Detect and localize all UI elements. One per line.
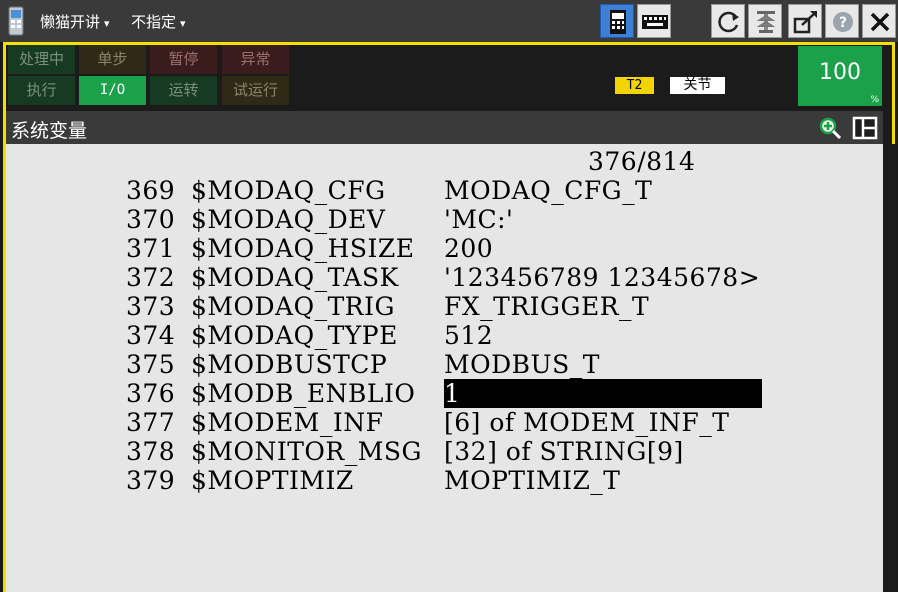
list-item[interactable]: 371 $MODAQ_HSIZE 200	[6, 234, 883, 263]
item-number: 369	[126, 176, 176, 205]
chevron-down-icon: ▾	[180, 17, 186, 30]
variable-value[interactable]: MODAQ_CFG_T	[444, 176, 652, 205]
status-io: I/O	[79, 76, 146, 105]
program-menu[interactable]: 懒猫开讲 ▾	[40, 11, 110, 32]
status-pause: 暂停	[150, 45, 217, 74]
jump-icon	[793, 11, 817, 34]
program-menu-label: 懒猫开讲	[40, 13, 101, 31]
item-number: 371	[126, 234, 176, 263]
item-number: 377	[126, 408, 176, 437]
pendant-view-icon	[610, 10, 626, 34]
variable-name: $MODAQ_HSIZE	[191, 234, 415, 263]
variable-name: $MODAQ_TRIG	[191, 292, 395, 321]
status-running: 运转	[150, 76, 217, 105]
variable-name: $MODBUSTCP	[191, 350, 388, 379]
status-trial-run: 试运行	[222, 76, 289, 105]
variable-value[interactable]: 200	[444, 234, 493, 263]
svg-text:?: ?	[839, 15, 847, 31]
status-execute: 执行	[8, 76, 75, 105]
item-number: 378	[126, 437, 176, 466]
page-counter: 376/814	[588, 147, 696, 176]
variable-name: $MODAQ_DEV	[191, 205, 386, 234]
variable-value[interactable]: FX_TRIGGER_T	[444, 292, 649, 321]
keyboard-button[interactable]	[637, 4, 671, 38]
variable-value[interactable]: [6] of MODEM_INF_T	[444, 408, 729, 437]
split-screen-icon[interactable]	[852, 116, 878, 140]
list-item[interactable]: 373 $MODAQ_TRIG FX_TRIGGER_T	[6, 292, 883, 321]
variable-name: $MODEM_INF	[191, 408, 384, 437]
variable-name: $MONITOR_MSG	[191, 437, 422, 466]
variable-name: $MODAQ_TYPE	[191, 321, 398, 350]
item-number: 375	[126, 350, 176, 379]
variable-value[interactable]: MODBUS_T	[444, 350, 600, 379]
status-single-step: 单步	[79, 45, 146, 74]
refresh-button[interactable]	[711, 4, 745, 38]
list-item[interactable]: 375 $MODBUSTCP MODBUS_T	[6, 350, 883, 379]
zoom-in-icon[interactable]	[818, 116, 842, 140]
list-item[interactable]: 379 $MOPTIMIZ MOPTIMIZ_T	[6, 466, 883, 495]
group-menu-label: 不指定	[131, 13, 177, 31]
variable-value[interactable]: 'MC:'	[444, 205, 513, 234]
variable-name: $MODAQ_CFG	[191, 176, 386, 205]
list-item-selected[interactable]: 376 $MODB_ENBLIO 1	[6, 379, 883, 408]
variable-name: $MOPTIMIZ	[191, 466, 354, 495]
variable-value[interactable]: [32] of STRING[9]	[444, 437, 684, 466]
item-number: 376	[126, 379, 176, 408]
system-variable-list[interactable]: 376/814 369 $MODAQ_CFG MODAQ_CFG_T 370 $…	[6, 144, 883, 592]
variable-value[interactable]: '123456789 12345678>	[444, 263, 760, 292]
variable-name: $MODB_ENBLIO	[191, 379, 416, 408]
pendant-view-button[interactable]	[600, 4, 634, 38]
coord-system-badge: 关节	[670, 77, 725, 94]
status-abnormal: 异常	[222, 45, 289, 74]
refresh-icon	[718, 11, 739, 33]
help-icon: ?	[833, 12, 853, 32]
list-item[interactable]: 377 $MODEM_INF [6] of MODEM_INF_T	[6, 408, 883, 437]
keyboard-icon	[642, 15, 668, 29]
close-icon	[870, 12, 890, 32]
list-item[interactable]: 378 $MONITOR_MSG [32] of STRING[9]	[6, 437, 883, 466]
robot-arm-icon	[756, 11, 776, 33]
close-button[interactable]	[862, 4, 896, 38]
variable-value[interactable]: MOPTIMIZ_T	[444, 466, 620, 495]
list-item[interactable]: 370 $MODAQ_DEV 'MC:'	[6, 205, 883, 234]
group-menu[interactable]: 不指定 ▾	[131, 11, 186, 32]
item-number: 373	[126, 292, 176, 321]
item-number: 370	[126, 205, 176, 234]
screen-title-bar: 系统变量	[6, 111, 883, 144]
override-unit: %	[870, 95, 879, 105]
status-processing: 处理中	[8, 45, 75, 74]
chevron-down-icon: ▾	[104, 17, 110, 30]
teach-pendant-icon	[8, 6, 24, 36]
variable-value[interactable]: 512	[444, 321, 493, 350]
item-number: 379	[126, 466, 176, 495]
item-number: 374	[126, 321, 176, 350]
jump-button[interactable]	[788, 4, 822, 38]
help-button[interactable]: ?	[825, 4, 859, 38]
right-edge-strip	[883, 144, 895, 592]
list-item[interactable]: 372 $MODAQ_TASK '123456789 12345678>	[6, 263, 883, 292]
variable-value-cursor[interactable]: 1	[444, 379, 762, 408]
mode-badge: T2	[615, 77, 654, 94]
top-bar: 懒猫开讲 ▾ 不指定 ▾ ?	[0, 0, 898, 42]
override-value: 100	[819, 60, 861, 85]
robot-button[interactable]	[748, 4, 782, 38]
variable-name: $MODAQ_TASK	[191, 263, 399, 292]
list-item[interactable]: 374 $MODAQ_TYPE 512	[6, 321, 883, 350]
screen-title: 系统变量	[11, 120, 88, 142]
item-number: 372	[126, 263, 176, 292]
list-item[interactable]: 369 $MODAQ_CFG MODAQ_CFG_T	[6, 176, 883, 205]
override-indicator[interactable]: 100 %	[798, 46, 882, 106]
